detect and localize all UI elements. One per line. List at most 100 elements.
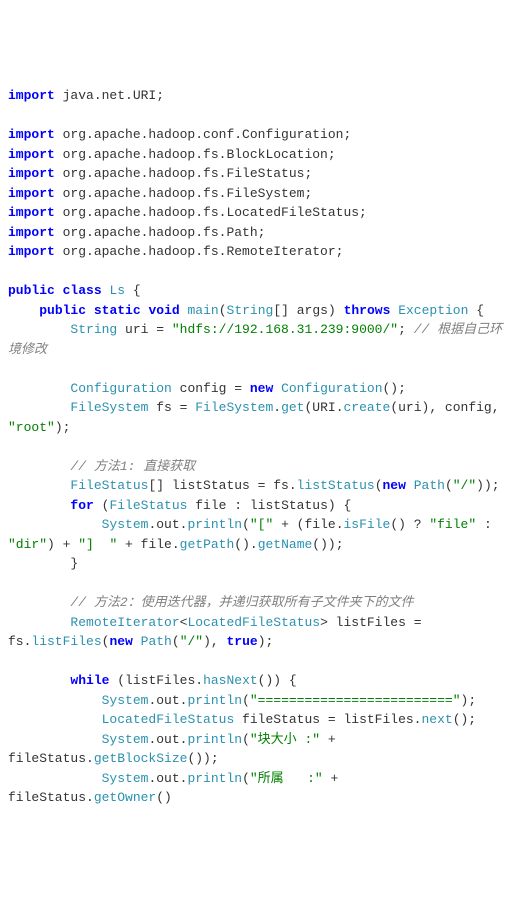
text: + file.: [117, 537, 179, 552]
type: String: [227, 303, 274, 318]
code-line: while (listFiles.hasNext()) {: [8, 673, 297, 688]
code-line: import org.apache.hadoop.fs.LocatedFileS…: [8, 205, 367, 220]
text: java.net.URI;: [55, 88, 164, 103]
text: file : listStatus) {: [187, 498, 351, 513]
keyword: import: [8, 244, 55, 259]
code-line: System.out.println("[" + (file.isFile() …: [8, 517, 500, 552]
keyword: true: [227, 634, 258, 649]
text: (: [242, 517, 250, 532]
text: (: [445, 478, 453, 493]
code-line: // 方法1: 直接获取: [8, 459, 195, 474]
text: {: [468, 303, 484, 318]
text: org.apache.hadoop.fs.FileStatus;: [55, 166, 312, 181]
type: Path: [414, 478, 445, 493]
keyword: throws: [344, 303, 391, 318]
text: (: [94, 498, 110, 513]
method: getBlockSize: [94, 751, 188, 766]
code-line: for (FileStatus file : listStatus) {: [8, 498, 351, 513]
text: .out.: [148, 732, 187, 747]
string: "/": [180, 634, 203, 649]
code-line: import org.apache.hadoop.fs.BlockLocatio…: [8, 147, 336, 162]
type: Exception: [398, 303, 468, 318]
method: getPath: [180, 537, 235, 552]
method: listFiles: [31, 634, 101, 649]
string: "=========================": [250, 693, 461, 708]
text: .out.: [148, 517, 187, 532]
string: "hdfs://192.168.31.239:9000/": [172, 322, 398, 337]
method: get: [281, 400, 304, 415]
text: );: [258, 634, 274, 649]
type: Configuration: [281, 381, 382, 396]
method: create: [344, 400, 391, 415]
text: ());: [312, 537, 343, 552]
text: org.apache.hadoop.conf.Configuration;: [55, 127, 351, 142]
string: "/": [453, 478, 476, 493]
text: (: [242, 732, 250, 747]
keyword: import: [8, 205, 55, 220]
type: System: [102, 732, 149, 747]
code-line: public static void main(String[] args) t…: [8, 303, 484, 318]
type: Path: [141, 634, 172, 649]
code-line: String uri = "hdfs://192.168.31.239:9000…: [8, 322, 502, 357]
text: );: [461, 693, 477, 708]
keyword: import: [8, 147, 55, 162]
code-line: import org.apache.hadoop.fs.FileStatus;: [8, 166, 312, 181]
text: (): [156, 790, 172, 805]
type: System: [102, 771, 149, 786]
text: org.apache.hadoop.fs.Path;: [55, 225, 266, 240]
code-line: }: [8, 556, 78, 571]
text: );: [55, 420, 71, 435]
text: ()) {: [258, 673, 297, 688]
method: listStatus: [297, 478, 375, 493]
code-line: RemoteIterator<LocatedFileStatus> listFi…: [8, 615, 429, 650]
method: println: [187, 771, 242, 786]
comment: // 方法2：使用迭代器，并递归获取所有子文件夹下的文件: [70, 595, 413, 610]
type: System: [102, 517, 149, 532]
code-line: // 方法2：使用迭代器，并递归获取所有子文件夹下的文件: [8, 595, 414, 610]
code-line: import org.apache.hadoop.fs.Path;: [8, 225, 265, 240]
method: println: [187, 732, 242, 747]
keyword: import: [8, 186, 55, 201]
type: LocatedFileStatus: [187, 615, 320, 630]
text: [] listStatus = fs.: [148, 478, 296, 493]
code-line: System.out.println("====================…: [8, 693, 476, 708]
code-line: import org.apache.hadoop.conf.Configurat…: [8, 127, 351, 142]
keyword: for: [70, 498, 93, 513]
text: .out.: [148, 771, 187, 786]
code-line: Configuration config = new Configuration…: [8, 381, 406, 396]
code-line: public class Ls {: [8, 283, 141, 298]
keyword: import: [8, 225, 55, 240]
text: :: [476, 517, 499, 532]
type: System: [102, 693, 149, 708]
keyword: public: [39, 303, 86, 318]
text: org.apache.hadoop.fs.BlockLocation;: [55, 147, 336, 162]
text: (: [172, 634, 180, 649]
keyword: public: [8, 283, 55, 298]
method: println: [187, 517, 242, 532]
text: org.apache.hadoop.fs.RemoteIterator;: [55, 244, 344, 259]
string: "file": [429, 517, 476, 532]
text: (uri), config,: [390, 400, 507, 415]
text: ));: [476, 478, 499, 493]
keyword: import: [8, 88, 55, 103]
text: ),: [203, 634, 226, 649]
text: (: [242, 693, 250, 708]
code-line: import org.apache.hadoop.fs.RemoteIterat…: [8, 244, 343, 259]
method: hasNext: [203, 673, 258, 688]
string: "所属 :": [250, 771, 323, 786]
type: FileSystem: [70, 400, 148, 415]
code-line: LocatedFileStatus fileStatus = listFiles…: [8, 712, 476, 727]
keyword: new: [383, 478, 406, 493]
keyword: new: [109, 634, 132, 649]
text: ().: [234, 537, 257, 552]
method: getOwner: [94, 790, 156, 805]
code-line: FileStatus[] listStatus = fs.listStatus(…: [8, 478, 500, 493]
text: ();: [383, 381, 406, 396]
code-line: System.out.println("所属 :" + fileStatus.g…: [8, 771, 346, 806]
text: ());: [187, 751, 218, 766]
type: Configuration: [70, 381, 171, 396]
text: .: [273, 400, 281, 415]
string: "] ": [78, 537, 117, 552]
string: "dir": [8, 537, 47, 552]
type: FileStatus: [109, 498, 187, 513]
